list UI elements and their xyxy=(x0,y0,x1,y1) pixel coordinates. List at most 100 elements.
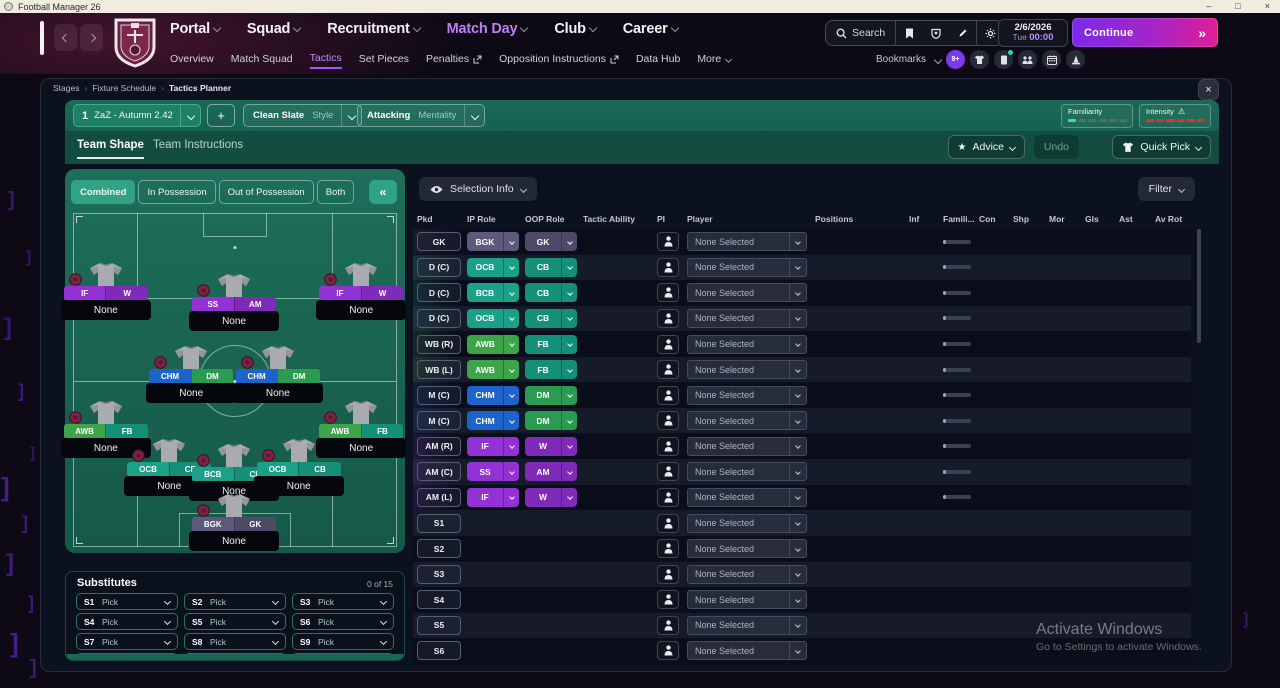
position-button[interactable]: S1 xyxy=(417,513,461,533)
nav-menu-portal[interactable]: Portal xyxy=(170,21,222,37)
substitute-dropdown[interactable]: S7 Pick xyxy=(76,633,178,650)
table-column-header[interactable]: Positions xyxy=(811,214,905,224)
oop-role-dropdown[interactable]: CB xyxy=(525,308,577,328)
player-select-dropdown[interactable]: None Selected xyxy=(687,487,807,507)
club-badge[interactable] xyxy=(112,17,158,69)
player-select-dropdown[interactable]: None Selected xyxy=(687,564,807,584)
table-column-header[interactable]: Ast xyxy=(1115,214,1151,224)
position-button[interactable]: WB (R) xyxy=(417,334,461,354)
position-button[interactable]: S2 xyxy=(417,539,461,559)
player-instructions-button[interactable] xyxy=(657,615,679,635)
table-column-header[interactable]: Gls xyxy=(1081,214,1115,224)
cards-button[interactable] xyxy=(994,50,1013,69)
bookmarks-dropdown[interactable]: Bookmarks xyxy=(876,54,943,65)
position-button[interactable]: D (C) xyxy=(417,283,461,303)
mentality-dropdown[interactable]: Attacking Mentality xyxy=(357,104,486,127)
oop-role-dropdown[interactable]: CB xyxy=(525,283,577,303)
notes-button[interactable] xyxy=(949,21,976,45)
player-select-dropdown[interactable]: None Selected xyxy=(687,308,807,328)
oop-role-dropdown[interactable]: DM xyxy=(525,411,577,431)
position-button[interactable]: M (C) xyxy=(417,411,461,431)
ip-role-dropdown[interactable]: AWB xyxy=(467,334,519,354)
player-instructions-button[interactable] xyxy=(657,334,679,354)
pitch-view-both[interactable]: Both xyxy=(316,180,355,204)
player-select-dropdown[interactable]: None Selected xyxy=(687,334,807,354)
table-scrollbar[interactable] xyxy=(1197,229,1201,665)
player-select-dropdown[interactable]: None Selected xyxy=(687,590,807,610)
maximize-button[interactable]: □ xyxy=(1235,0,1240,13)
substitute-dropdown[interactable]: S1 Pick xyxy=(76,593,178,610)
ip-role-dropdown[interactable]: BGK xyxy=(467,232,519,252)
ip-role-dropdown[interactable]: OCB xyxy=(467,308,519,328)
oop-role-dropdown[interactable]: W xyxy=(525,436,577,456)
add-tactic-button[interactable]: + xyxy=(207,104,235,127)
quick-pick-button[interactable]: Quick Pick xyxy=(1112,135,1211,159)
player-select-dropdown[interactable]: None Selected xyxy=(687,513,807,533)
collapse-panel-button[interactable]: « xyxy=(369,180,397,204)
position-button[interactable]: S4 xyxy=(417,590,461,610)
player-instructions-button[interactable] xyxy=(657,360,679,380)
table-column-header[interactable]: PI xyxy=(653,214,683,224)
minimize-button[interactable]: – xyxy=(1206,0,1211,13)
social-button[interactable] xyxy=(1018,50,1037,69)
player-instructions-button[interactable] xyxy=(657,539,679,559)
position-button[interactable]: S6 xyxy=(417,641,461,661)
player-instructions-button[interactable] xyxy=(657,564,679,584)
pitch-player-card[interactable]: OCB CB None xyxy=(253,438,344,496)
ip-role-dropdown[interactable]: IF xyxy=(467,436,519,456)
substitute-dropdown[interactable]: S4 Pick xyxy=(76,613,178,630)
style-dropdown[interactable]: Clean Slate Style xyxy=(243,104,363,127)
player-select-dropdown[interactable]: None Selected xyxy=(687,436,807,456)
oop-role-dropdown[interactable]: AM xyxy=(525,462,577,482)
pitch-player-card[interactable]: CHM DM None xyxy=(146,345,237,403)
position-button[interactable]: S5 xyxy=(417,615,461,635)
table-column-header[interactable]: Player xyxy=(683,214,811,224)
subnav-opposition-instructions[interactable]: Opposition Instructions xyxy=(499,53,619,68)
ip-role-dropdown[interactable]: IF xyxy=(467,487,519,507)
player-instructions-button[interactable] xyxy=(657,308,679,328)
player-instructions-button[interactable] xyxy=(657,257,679,277)
table-column-header[interactable]: Mor xyxy=(1045,214,1081,224)
subnav-data-hub[interactable]: Data Hub xyxy=(636,53,680,68)
player-select-dropdown[interactable]: None Selected xyxy=(687,283,807,303)
position-button[interactable]: GK xyxy=(417,232,461,252)
player-select-dropdown[interactable]: None Selected xyxy=(687,360,807,380)
pitch-player-card[interactable]: CHM DM None xyxy=(232,345,323,403)
profile-button[interactable] xyxy=(922,21,949,45)
player-select-dropdown[interactable]: None Selected xyxy=(687,232,807,252)
table-column-header[interactable]: Shp xyxy=(1009,214,1045,224)
close-window-button[interactable]: × xyxy=(1265,0,1270,13)
position-button[interactable]: M (C) xyxy=(417,385,461,405)
table-column-header[interactable]: Tactic Ability xyxy=(579,214,653,224)
pitch-player-card[interactable]: BGK GK None xyxy=(189,493,280,551)
player-instructions-button[interactable] xyxy=(657,436,679,456)
nav-menu-club[interactable]: Club xyxy=(554,21,598,37)
ip-role-dropdown[interactable]: AWB xyxy=(467,360,519,380)
bookmark-button[interactable] xyxy=(895,21,922,45)
player-name-box[interactable]: None xyxy=(60,300,151,320)
player-select-dropdown[interactable]: None Selected xyxy=(687,257,807,277)
subnav-overview[interactable]: Overview xyxy=(170,53,214,68)
pitch-view-out-of-possession[interactable]: Out of Possession xyxy=(218,180,314,204)
subnav-penalties[interactable]: Penalties xyxy=(426,53,482,68)
ip-role-dropdown[interactable]: CHM xyxy=(467,385,519,405)
forward-button[interactable] xyxy=(80,24,103,51)
player-name-box[interactable]: None xyxy=(232,383,323,403)
oop-role-dropdown[interactable]: W xyxy=(525,487,577,507)
player-instructions-button[interactable] xyxy=(657,283,679,303)
player-instructions-button[interactable] xyxy=(657,487,679,507)
tab-team-instructions[interactable]: Team Instructions xyxy=(153,139,243,157)
player-name-box[interactable]: None xyxy=(316,300,407,320)
subnav-set-pieces[interactable]: Set Pieces xyxy=(359,53,409,68)
player-select-dropdown[interactable]: None Selected xyxy=(687,539,807,559)
oop-role-dropdown[interactable]: FB xyxy=(525,360,577,380)
close-panel-button[interactable]: × xyxy=(1198,79,1219,100)
breadcrumb-item[interactable]: Stages xyxy=(53,83,79,93)
nav-menu-squad[interactable]: Squad xyxy=(247,21,302,37)
position-button[interactable]: AM (C) xyxy=(417,462,461,482)
substitute-dropdown[interactable]: S8 Pick xyxy=(184,633,286,650)
subnav-match-squad[interactable]: Match Squad xyxy=(231,53,293,68)
table-column-header[interactable]: OOP Role xyxy=(521,214,579,224)
player-instructions-button[interactable] xyxy=(657,590,679,610)
player-select-dropdown[interactable]: None Selected xyxy=(687,641,807,661)
